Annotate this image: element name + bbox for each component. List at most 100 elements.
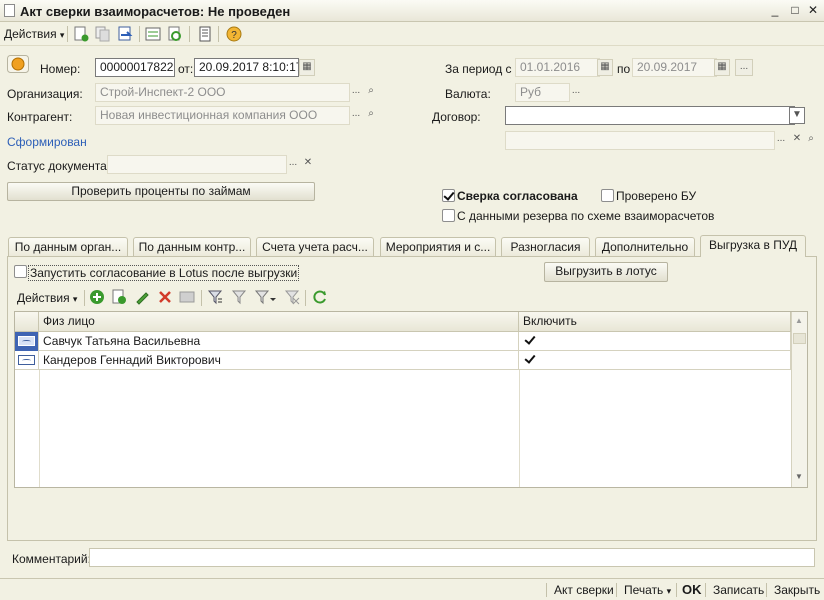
include-checkbox[interactable] — [524, 353, 537, 366]
toolbar-divider — [305, 290, 306, 306]
chevron-down-icon: ▾ — [72, 294, 78, 304]
search-icon[interactable]: ⌕ — [363, 107, 379, 124]
save-button[interactable]: Записать — [713, 583, 764, 597]
tab-accounts[interactable]: Счета учета расч... — [256, 237, 374, 257]
persons-table[interactable]: Физ лицо Включить Савчук Татьяна Василье… — [14, 311, 808, 488]
calendar-icon[interactable]: ▦ — [299, 59, 315, 76]
toolbar-divider — [139, 26, 140, 42]
end-edit-icon[interactable] — [179, 289, 195, 308]
person-name-cell[interactable]: Савчук Татьяна Васильевна — [39, 332, 519, 351]
filter-history-icon[interactable] — [254, 289, 276, 308]
agreed-checkbox[interactable] — [442, 189, 455, 202]
person-name-cell[interactable]: Кандеров Геннадий Викторович — [39, 351, 519, 370]
toolbar-divider — [67, 26, 68, 42]
period-select-button[interactable]: ... — [735, 59, 753, 76]
clear-filter-icon[interactable] — [284, 289, 300, 308]
scroll-thumb[interactable] — [793, 333, 806, 344]
clear-icon[interactable]: ✕ — [300, 156, 316, 173]
scroll-down-icon[interactable]: ▼ — [795, 472, 803, 481]
reserve-checkbox[interactable] — [442, 209, 455, 222]
toolbar-divider — [189, 26, 190, 42]
table-scrollbar[interactable]: ▲ ▼ — [791, 312, 807, 487]
reserve-label: С данными резерва по схеме взаиморасчето… — [457, 209, 715, 223]
upload-to-lotus-button[interactable]: Выгрузить в лотус — [544, 262, 668, 282]
period-to-label: по — [617, 62, 631, 76]
post-document-icon[interactable] — [116, 25, 134, 43]
maximize-button[interactable]: □ — [788, 3, 802, 17]
contract-field[interactable] — [505, 106, 795, 125]
comment-label: Комментарий: — [12, 552, 91, 566]
document-settings-icon[interactable] — [7, 55, 29, 73]
actions-menu[interactable]: Действия ▾ — [4, 27, 64, 41]
select-button[interactable]: ... — [568, 84, 584, 101]
delete-icon[interactable] — [157, 289, 173, 308]
select-button[interactable]: ... — [348, 107, 364, 124]
number-field[interactable]: 00000017822 — [95, 58, 175, 77]
movements-icon[interactable] — [144, 25, 162, 43]
structure-icon[interactable] — [196, 25, 214, 43]
contract-label: Договор: — [432, 110, 481, 124]
tab-pud-upload[interactable]: Выгрузка в ПУД — [700, 235, 806, 257]
select-button[interactable]: ... — [348, 84, 364, 101]
grid-actions-menu[interactable]: Действия ▾ — [17, 291, 77, 305]
status-field[interactable] — [107, 155, 287, 174]
refresh-document-icon[interactable] — [166, 25, 184, 43]
column-divider — [39, 370, 40, 487]
tab-disagreements[interactable]: Разногласия — [501, 237, 590, 257]
add-icon[interactable] — [89, 289, 105, 308]
refresh-icon[interactable] — [312, 289, 328, 308]
new-document-icon[interactable] — [72, 25, 90, 43]
calendar-icon[interactable]: ▦ — [714, 59, 730, 76]
ok-button[interactable]: OK — [682, 582, 702, 597]
tab-counterparty-data[interactable]: По данным контр... — [133, 237, 251, 257]
copy-document-icon[interactable] — [94, 25, 112, 43]
secondary-contract-field[interactable] — [505, 131, 775, 150]
toolbar-divider — [84, 290, 85, 306]
period-from-field[interactable]: 01.01.2016 — [515, 58, 600, 77]
edit-icon[interactable] — [134, 289, 150, 308]
row-selector[interactable] — [15, 351, 39, 370]
include-cell[interactable] — [519, 332, 791, 351]
filter-by-value-icon[interactable] — [231, 289, 247, 308]
tab-org-data[interactable]: По данным орган... — [8, 237, 128, 257]
person-row-icon — [18, 336, 35, 346]
search-icon[interactable]: ⌕ — [803, 132, 819, 149]
column-header-person[interactable]: Физ лицо — [39, 312, 519, 332]
bottom-command-bar: Акт сверки Печать ▾ OK Записать Закрыть — [0, 578, 824, 600]
help-icon[interactable]: ? — [225, 25, 243, 43]
date-field[interactable]: 20.09.2017 8:10:17 — [194, 58, 299, 77]
include-cell[interactable] — [519, 351, 791, 370]
scroll-up-icon[interactable]: ▲ — [795, 316, 803, 325]
act-button[interactable]: Акт сверки — [554, 583, 614, 597]
select-button[interactable]: ... — [773, 132, 789, 149]
counterparty-field[interactable]: Новая инвестиционная компания ООО — [95, 106, 350, 125]
table-row[interactable]: Кандеров Геннадий Викторович — [15, 351, 791, 370]
formed-link[interactable]: Сформирован — [7, 135, 87, 149]
close-button[interactable]: Закрыть — [774, 583, 820, 597]
include-checkbox[interactable] — [524, 334, 537, 347]
row-selector[interactable] — [15, 332, 39, 351]
tab-measures[interactable]: Мероприятия и с... — [380, 237, 496, 257]
close-window-button[interactable]: ✕ — [806, 3, 820, 17]
search-icon[interactable]: ⌕ — [363, 84, 379, 101]
comment-field[interactable] — [89, 548, 815, 567]
calendar-icon[interactable]: ▦ — [597, 59, 613, 76]
column-divider — [519, 370, 520, 487]
chevron-down-icon[interactable]: ▼ — [789, 107, 805, 124]
minimize-button[interactable]: _ — [768, 3, 782, 17]
checked-bu-checkbox[interactable] — [601, 189, 614, 202]
lotus-checkbox[interactable] — [14, 265, 27, 278]
date-label: от: — [178, 62, 194, 76]
copy-row-icon[interactable] — [111, 289, 127, 308]
print-menu[interactable]: Печать ▾ — [624, 583, 671, 597]
document-icon — [4, 4, 15, 17]
check-loans-button[interactable]: Проверить проценты по займам — [7, 182, 315, 201]
filter-settings-icon[interactable] — [207, 289, 223, 308]
select-button[interactable]: ... — [285, 156, 301, 173]
period-to-field[interactable]: 20.09.2017 — [632, 58, 717, 77]
tab-additional[interactable]: Дополнительно — [595, 237, 695, 257]
table-row[interactable]: Савчук Татьяна Васильевна — [15, 332, 791, 351]
organization-field[interactable]: Строй-Инспект-2 ООО — [95, 83, 350, 102]
currency-field[interactable]: Руб — [515, 83, 570, 102]
column-header-include[interactable]: Включить — [519, 312, 791, 332]
